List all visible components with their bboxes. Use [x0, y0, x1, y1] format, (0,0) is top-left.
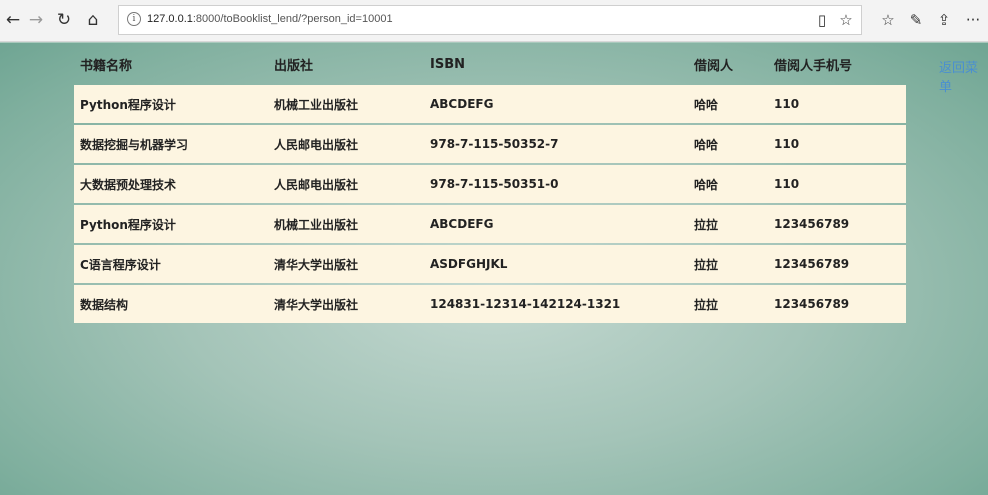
cell-borrower: 哈哈 [688, 125, 768, 163]
address-bar[interactable]: i 127.0.0.1:8000/toBooklist_lend/?person… [118, 5, 862, 35]
header-borrower: 借阅人 [694, 58, 734, 74]
cell-phone: 123456789 [768, 205, 906, 243]
cell-borrower: 拉拉 [688, 245, 768, 283]
cell-phone: 123456789 [768, 285, 906, 323]
url-text[interactable]: 127.0.0.1:8000/toBooklist_lend/?person_i… [147, 13, 393, 25]
cell-name: Python程序设计 [74, 205, 268, 243]
cell-borrower: 拉拉 [688, 285, 768, 323]
page-content: 返回菜单 书籍名称 出版社 ISBN 借阅人 借阅人手机号 Python程序设计… [0, 43, 988, 495]
cell-isbn: ABCDEFG [424, 205, 688, 243]
cell-isbn: 978-7-115-50351-0 [424, 165, 688, 203]
cell-name: Python程序设计 [74, 85, 268, 123]
table-row: 数据结构 清华大学出版社 124831-12314-142124-1321 拉拉… [74, 285, 906, 323]
table-row: C语言程序设计 清华大学出版社 ASDFGHJKL 拉拉 123456789 [74, 245, 906, 283]
url-path: :8000/toBooklist_lend/?person_id=10001 [192, 13, 393, 25]
cell-name: 数据结构 [74, 285, 268, 323]
reading-view-icon[interactable]: ▯ [813, 11, 831, 29]
cell-publisher: 机械工业出版社 [268, 205, 424, 243]
cell-isbn: ABCDEFG [424, 85, 688, 123]
cell-phone: 110 [768, 125, 906, 163]
home-icon[interactable]: ⌂ [82, 9, 104, 31]
cell-isbn: ASDFGHJKL [424, 245, 688, 283]
more-icon[interactable]: ··· [962, 9, 984, 31]
back-menu-link[interactable]: 返回菜单 [939, 57, 988, 95]
cell-phone: 110 [768, 85, 906, 123]
cell-publisher: 清华大学出版社 [268, 245, 424, 283]
cell-publisher: 人民邮电出版社 [268, 125, 424, 163]
header-isbn: ISBN [430, 56, 465, 72]
cell-phone: 123456789 [768, 245, 906, 283]
table-header-row: 书籍名称 出版社 ISBN 借阅人 借阅人手机号 [74, 45, 906, 83]
table-row: Python程序设计 机械工业出版社 ABCDEFG 哈哈 110 [74, 85, 906, 123]
cell-phone: 110 [768, 165, 906, 203]
table-row: Python程序设计 机械工业出版社 ABCDEFG 拉拉 123456789 [74, 205, 906, 243]
cell-borrower: 拉拉 [688, 205, 768, 243]
refresh-icon[interactable]: ↻ [53, 9, 75, 31]
header-publisher: 出版社 [274, 58, 314, 74]
header-name: 书籍名称 [80, 58, 133, 74]
cell-publisher: 人民邮电出版社 [268, 165, 424, 203]
cell-name: 数据挖掘与机器学习 [74, 125, 268, 163]
favorite-star-icon[interactable]: ☆ [837, 11, 855, 29]
cell-name: C语言程序设计 [74, 245, 268, 283]
header-phone: 借阅人手机号 [774, 58, 853, 74]
favorites-list-icon[interactable]: ☆ [877, 9, 899, 31]
lend-book-table: 书籍名称 出版社 ISBN 借阅人 借阅人手机号 Python程序设计 机械工业… [74, 43, 906, 325]
cell-borrower: 哈哈 [688, 165, 768, 203]
cell-borrower: 哈哈 [688, 85, 768, 123]
url-host: 127.0.0.1 [147, 13, 193, 25]
forward-arrow-icon[interactable]: → [25, 9, 47, 31]
table-row: 数据挖掘与机器学习 人民邮电出版社 978-7-115-50352-7 哈哈 1… [74, 125, 906, 163]
back-arrow-icon[interactable]: ← [2, 9, 24, 31]
browser-toolbar: ← → ↻ ⌂ i 127.0.0.1:8000/toBooklist_lend… [0, 0, 988, 42]
cell-publisher: 机械工业出版社 [268, 85, 424, 123]
share-icon[interactable]: ⇪ [933, 9, 955, 31]
cell-name: 大数据预处理技术 [74, 165, 268, 203]
site-info-icon[interactable]: i [127, 12, 141, 26]
cell-isbn: 978-7-115-50352-7 [424, 125, 688, 163]
pen-icon[interactable]: ✎ [905, 9, 927, 31]
cell-isbn: 124831-12314-142124-1321 [424, 285, 688, 323]
table-row: 大数据预处理技术 人民邮电出版社 978-7-115-50351-0 哈哈 11… [74, 165, 906, 203]
cell-publisher: 清华大学出版社 [268, 285, 424, 323]
